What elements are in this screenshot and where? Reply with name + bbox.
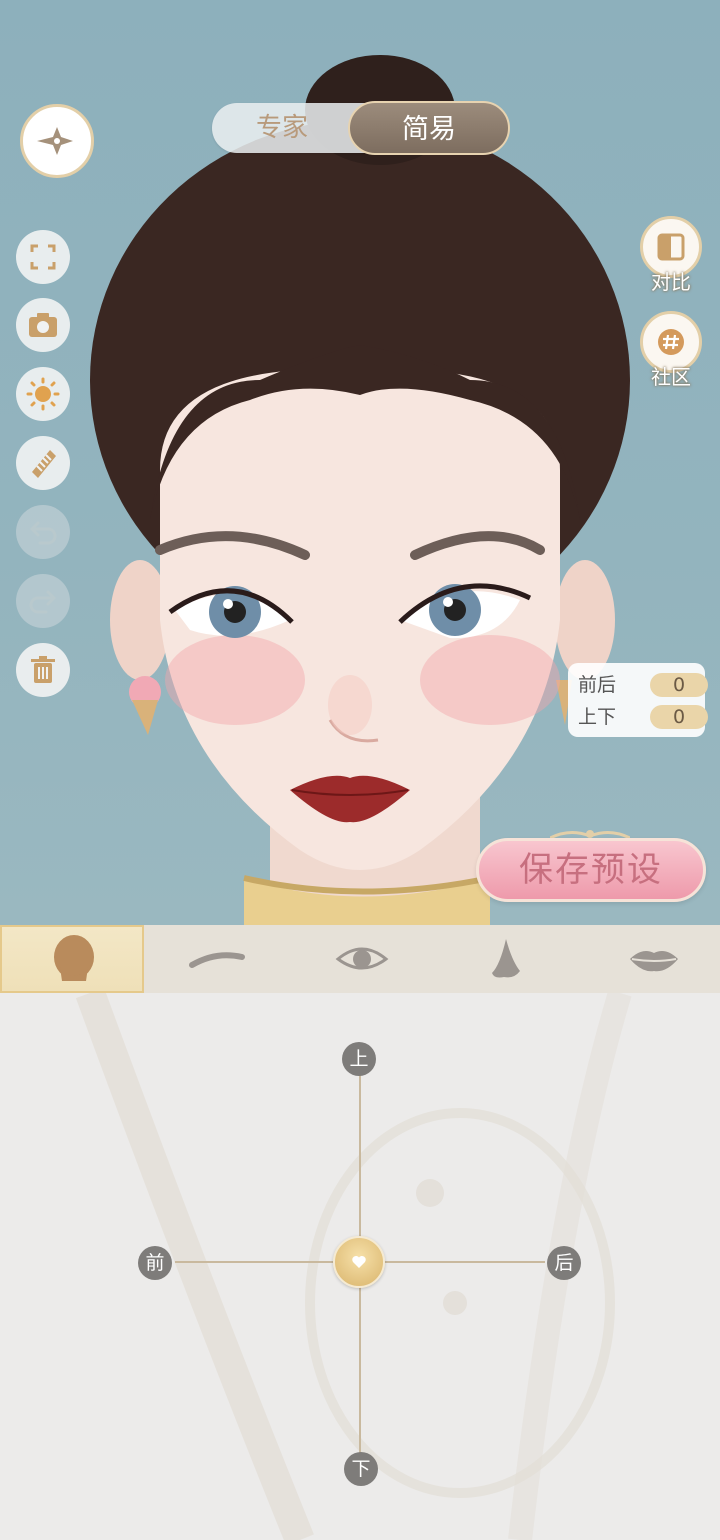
eye-icon [335, 947, 389, 970]
eyebrow-icon [189, 952, 245, 968]
undo-button[interactable] [16, 505, 70, 559]
comb-icon [32, 450, 56, 478]
tab-eyebrow[interactable] [144, 925, 288, 993]
community-label: 社区 [651, 365, 691, 389]
light-icon [26, 377, 60, 411]
save-preset-button[interactable]: 保存预设 [476, 838, 706, 902]
tab-eye[interactable] [288, 925, 432, 993]
front-back-label: 前后 [578, 674, 617, 696]
mode-toggle: 专家 简易 [212, 101, 510, 155]
delete-button[interactable] [16, 643, 70, 697]
redo-button[interactable] [16, 574, 70, 628]
face-shape-icon [54, 935, 94, 981]
redo-icon [29, 590, 57, 614]
position-values-panel: 前后 0 上下 0 [568, 663, 708, 737]
trash-icon [31, 656, 55, 683]
front-back-row: 前后 0 [578, 671, 708, 699]
category-tabbar [0, 925, 720, 994]
lips-icon [630, 951, 678, 972]
tab-lips[interactable] [576, 925, 720, 993]
lighting-button[interactable] [16, 367, 70, 421]
front-back-value: 0 [650, 673, 708, 697]
mode-simple-tab[interactable]: 简易 [348, 101, 510, 155]
fullscreen-button[interactable] [16, 230, 70, 284]
up-down-value: 0 [650, 705, 708, 729]
direction-up-label: 上 [342, 1042, 376, 1076]
nose-icon [492, 939, 520, 978]
character-preview[interactable]: 专家 简易 对比 社区 前后 0 上下 0 保存预设 [0, 0, 720, 925]
compare-label: 对比 [651, 270, 691, 294]
heart-icon [352, 1256, 366, 1268]
direction-back-label: 后 [547, 1246, 581, 1280]
hair-button[interactable] [16, 436, 70, 490]
tab-nose[interactable] [432, 925, 576, 993]
menu-logo-button[interactable] [20, 104, 94, 178]
camera-button[interactable] [16, 298, 70, 352]
undo-icon [29, 521, 57, 545]
camera-icon [29, 313, 57, 337]
up-down-label: 上下 [578, 706, 617, 728]
compass-star-icon [37, 127, 73, 155]
adjustment-panel: 上 下 前 后 [0, 993, 720, 1540]
joystick-knob[interactable] [333, 1236, 385, 1288]
fullscreen-icon [30, 244, 56, 270]
tab-face-shape[interactable] [0, 925, 144, 993]
direction-front-label: 前 [138, 1246, 172, 1280]
up-down-row: 上下 0 [578, 703, 708, 731]
direction-down-label: 下 [344, 1452, 378, 1486]
